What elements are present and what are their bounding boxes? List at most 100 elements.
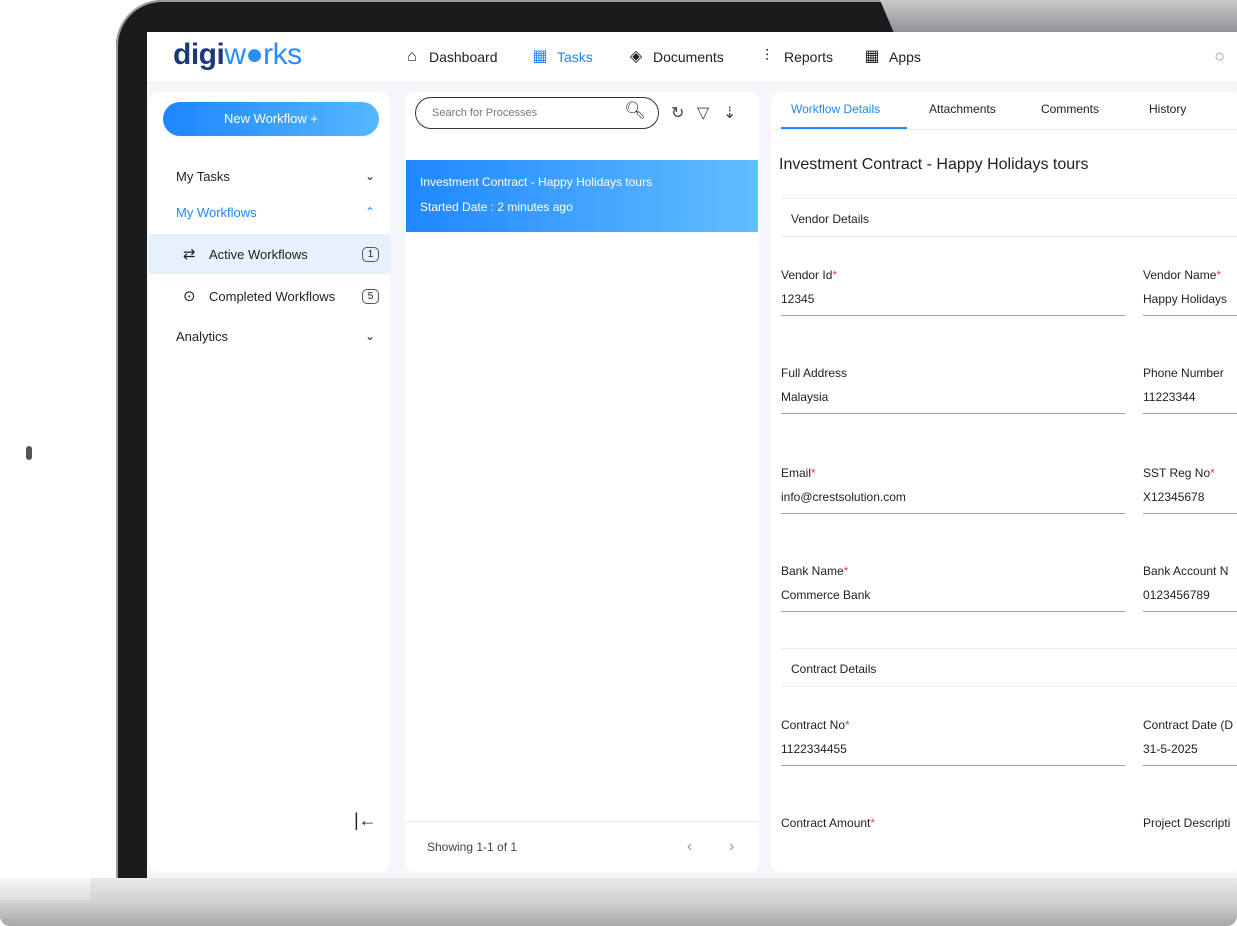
field-label: Contract Amount*	[781, 816, 876, 830]
top-nav: digiw●rks ⌂ Dashboard ▦ Tasks ◈ Document…	[147, 32, 1237, 83]
process-started: Started Date : 2 minutes ago	[420, 200, 573, 214]
field-label: Vendor Id*	[781, 268, 838, 282]
tab-comments[interactable]: Comments	[1041, 102, 1099, 116]
field-underline	[1143, 315, 1237, 316]
decor-mark	[26, 446, 32, 460]
field-value: 1122334455	[781, 742, 847, 756]
field-value: info@crestsolution.com	[781, 490, 906, 504]
field-underline	[1143, 611, 1237, 612]
nav-tasks-label: Tasks	[557, 49, 593, 65]
process-card[interactable]: Investment Contract - Happy Holidays tou…	[406, 160, 758, 232]
field-value: Malaysia	[781, 390, 829, 404]
search-input[interactable]: Search for Processes 🔍︎	[415, 97, 659, 129]
field-label: Full Address	[781, 366, 848, 380]
field-label: Bank Account N	[1143, 564, 1229, 578]
field-label: Project Descripti	[1143, 816, 1231, 830]
apps-grid-icon: ▦	[864, 48, 880, 65]
refresh-icon[interactable]: ↻	[671, 103, 684, 123]
sort-icon[interactable]: ⇣	[723, 103, 736, 123]
active-count-badge: 1	[362, 246, 379, 262]
field-value: 0123456789	[1143, 588, 1210, 602]
process-title: Investment Contract - Happy Holidays tou…	[420, 175, 653, 189]
field-label: Contract Date (D	[1143, 718, 1234, 732]
my-workflows-label: My Workflows	[176, 204, 257, 220]
laptop-base	[0, 878, 1237, 926]
field-underline	[781, 765, 1125, 766]
field-value: Commerce Bank	[781, 588, 871, 602]
field-label: Vendor Name*	[1143, 268, 1222, 282]
chevron-up-icon: ⌃	[364, 205, 375, 219]
app-screen: digiw●rks ⌂ Dashboard ▦ Tasks ◈ Document…	[147, 32, 1237, 878]
field-value: X12345678	[1143, 490, 1205, 504]
nav-dashboard[interactable]: ⌂ Dashboard	[403, 48, 498, 66]
tab-workflow-details[interactable]: Workflow Details	[791, 102, 880, 116]
tasks-icon: ▦	[532, 48, 548, 65]
base-notch	[0, 878, 90, 900]
completed-workflows-label: Completed Workflows	[209, 288, 336, 304]
analytics-label: Analytics	[176, 328, 229, 344]
field-label: Contract No*	[781, 718, 850, 732]
contract-section-label: Contract Details	[791, 662, 877, 676]
workflow-title: Investment Contract - Happy Holidays tou…	[779, 156, 1089, 173]
nav-apps[interactable]: ▦ Apps	[863, 48, 921, 66]
field-value: 12345	[781, 292, 815, 306]
search-placeholder: Search for Processes	[432, 107, 538, 119]
workflow-route-icon: ⇄	[183, 246, 196, 263]
layers-icon: ◈	[629, 48, 643, 65]
chevron-down-icon: ⌄	[364, 169, 375, 183]
bezel-glare	[880, 0, 1237, 34]
search-icon[interactable]: ○	[1214, 46, 1225, 67]
process-list-panel: Search for Processes 🔍︎ ↻ ▽ ⇣ Investment…	[405, 92, 759, 872]
showing-count: Showing 1-1 of 1	[427, 840, 518, 854]
sidebar-item-my-tasks[interactable]: My Tasks ⌄	[149, 158, 390, 194]
sidebar-item-analytics[interactable]: Analytics ⌄	[149, 318, 390, 354]
sidebar-item-active-workflows[interactable]: ⇄ Active Workflows 1	[149, 234, 390, 274]
filter-icon[interactable]: ▽	[697, 103, 709, 123]
field-label: Email*	[781, 466, 816, 480]
tab-attachments[interactable]: Attachments	[929, 102, 996, 116]
my-tasks-label: My Tasks	[176, 168, 230, 184]
field-label: SST Reg No*	[1143, 466, 1215, 480]
sidebar-item-my-workflows[interactable]: My Workflows ⌃	[149, 194, 390, 230]
nav-apps-label: Apps	[889, 49, 921, 65]
field-value: 31-5-2025	[1143, 742, 1198, 756]
logo: digiw●rks	[173, 38, 302, 71]
nav-documents-label: Documents	[653, 49, 724, 65]
field-label: Phone Number	[1143, 366, 1224, 380]
chevron-left-icon[interactable]: ‹	[687, 838, 692, 856]
vendor-section-label: Vendor Details	[791, 212, 870, 226]
new-workflow-button[interactable]: New Workflow +	[163, 102, 379, 136]
field-underline	[1143, 513, 1237, 514]
nav-documents[interactable]: ◈ Documents	[627, 48, 724, 66]
field-underline	[781, 413, 1125, 414]
pagination-bar: Showing 1-1 of 1 ‹ ›	[405, 821, 759, 873]
field-value: Happy Holidays	[1143, 292, 1228, 306]
search-icon: 🔍︎	[624, 101, 646, 120]
field-label: Bank Name*	[781, 564, 849, 578]
field-underline	[781, 611, 1125, 612]
check-circle-icon: ⊙	[183, 288, 196, 305]
contract-details-section: Contract Details	[781, 648, 1237, 687]
tabs-divider	[771, 129, 1237, 130]
field-underline	[1143, 765, 1237, 766]
collapse-sidebar-icon[interactable]: |←	[354, 810, 377, 831]
sidebar-item-completed-workflows[interactable]: ⊙ Completed Workflows 5	[149, 276, 390, 316]
completed-count-badge: 5	[362, 288, 379, 304]
nav-reports-label: Reports	[784, 49, 834, 65]
workflow-details-panel: Workflow Details Attachments Comments Hi…	[771, 92, 1237, 872]
chevron-right-icon[interactable]: ›	[729, 838, 734, 856]
field-underline	[781, 513, 1125, 514]
nav-tasks[interactable]: ▦ Tasks	[531, 48, 593, 66]
active-workflows-label: Active Workflows	[209, 246, 308, 262]
tab-history[interactable]: History	[1149, 102, 1186, 116]
nav-reports[interactable]: ⫶ Reports	[758, 48, 833, 66]
vendor-details-section: Vendor Details	[781, 198, 1237, 237]
field-value: 11223344	[1143, 390, 1196, 404]
field-underline	[1143, 413, 1237, 414]
nav-dashboard-label: Dashboard	[429, 49, 498, 65]
chevron-down-icon: ⌄	[364, 329, 375, 343]
reports-icon: ⫶	[764, 48, 769, 65]
home-icon: ⌂	[407, 48, 417, 65]
sidebar: New Workflow + My Tasks ⌄ My Workflows ⌃…	[149, 92, 390, 872]
field-underline	[781, 315, 1125, 316]
